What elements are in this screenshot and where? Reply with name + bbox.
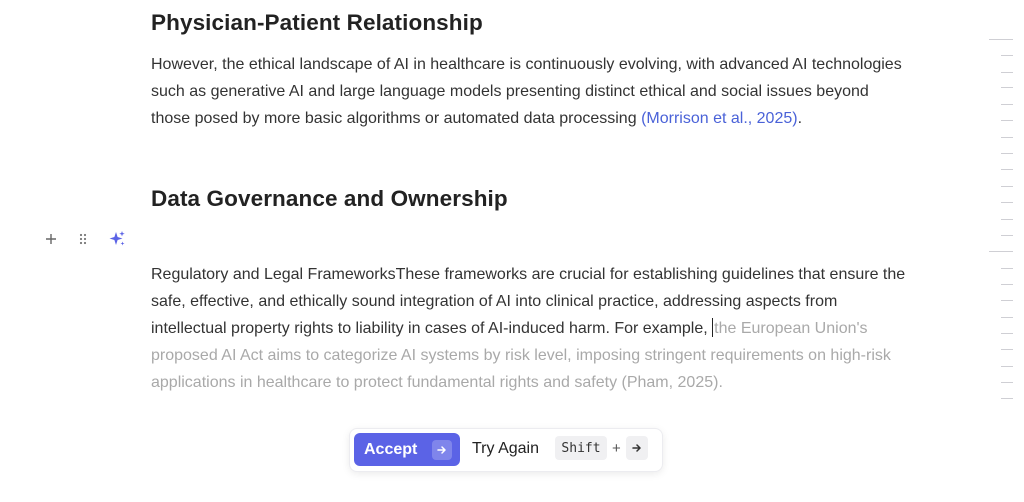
minimap-line <box>1001 382 1013 383</box>
sparkles-icon[interactable] <box>106 228 128 250</box>
minimap-line <box>989 251 1013 252</box>
minimap-line <box>1001 153 1013 154</box>
minimap-line <box>1001 317 1013 318</box>
minimap-line <box>1001 87 1013 88</box>
minimap-line <box>1001 169 1013 170</box>
minimap-line <box>1001 72 1013 73</box>
paragraph-with-suggestion[interactable]: Regulatory and Legal FrameworksThese fra… <box>151 261 911 396</box>
minimap-line <box>1001 284 1013 285</box>
try-again-button[interactable]: Try Again <box>472 440 539 458</box>
arrow-right-icon <box>432 440 452 460</box>
minimap-line <box>1001 202 1013 203</box>
minimap-line <box>989 39 1013 40</box>
minimap-line <box>1001 120 1013 121</box>
section-heading: Data Governance and Ownership <box>151 186 508 211</box>
minimap-line <box>1001 219 1013 220</box>
accept-button[interactable]: Accept <box>354 433 460 466</box>
paragraph-end: . <box>797 110 803 127</box>
minimap-line <box>1001 398 1013 399</box>
text-cursor <box>712 318 714 337</box>
minimap-line <box>1001 104 1013 105</box>
shortcut-key: Shift <box>555 436 607 460</box>
section-heading: Physician-Patient Relationship <box>151 10 483 35</box>
minimap-line <box>1001 186 1013 187</box>
citation-link[interactable]: (Morrison et al., 2025) <box>641 110 798 127</box>
minimap-line <box>1001 55 1013 56</box>
minimap-line <box>1001 333 1013 334</box>
minimap-line <box>1001 235 1013 236</box>
minimap-line <box>1001 366 1013 367</box>
paragraph[interactable]: However, the ethical landscape of AI in … <box>151 51 911 132</box>
minimap-line <box>1001 137 1013 138</box>
minimap-line <box>1001 300 1013 301</box>
suggestion-actions: Accept Try Again Shift + <box>349 428 663 472</box>
plus-icon[interactable] <box>40 228 62 250</box>
minimap-line <box>1001 349 1013 350</box>
accept-label: Accept <box>364 440 418 458</box>
shortcut-plus: + <box>612 440 621 457</box>
drag-handle-icon[interactable] <box>72 228 94 250</box>
arrow-right-icon <box>626 436 648 460</box>
minimap-line <box>1001 268 1013 269</box>
